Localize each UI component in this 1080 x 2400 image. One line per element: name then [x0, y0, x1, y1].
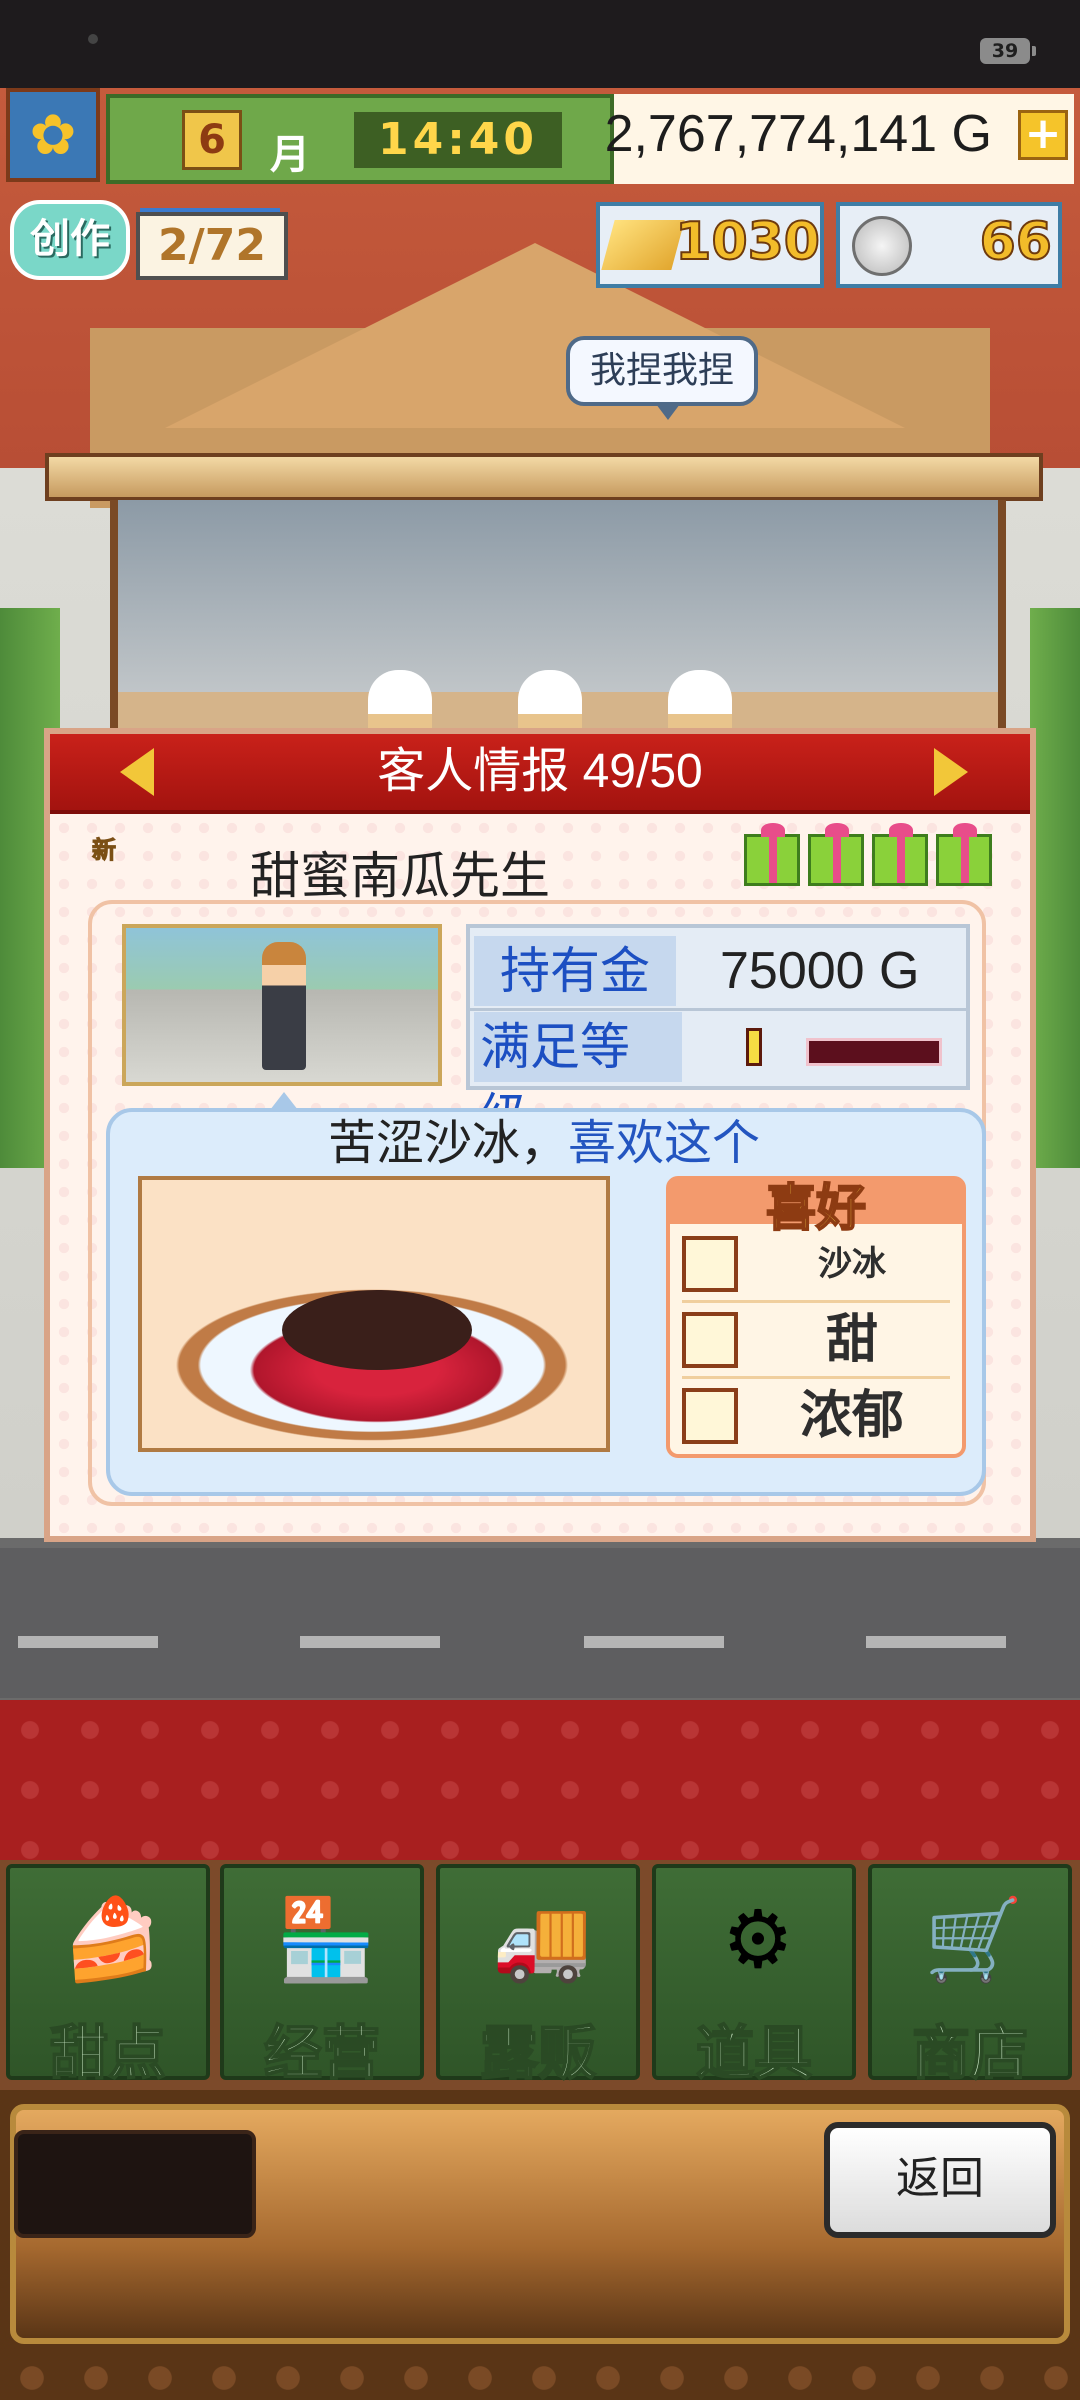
nav-label: 露贩 — [479, 2018, 597, 2088]
preference-row: 沙冰 — [682, 1228, 950, 1303]
month-label: 月 — [270, 132, 310, 178]
preference-row: 浓郁 — [682, 1380, 950, 1452]
gold-bar-counter[interactable]: 1030 — [596, 202, 824, 288]
nav-label: 甜点 — [49, 2018, 167, 2088]
customer-name: 甜蜜南瓜先生 — [250, 848, 550, 904]
previous-arrow-icon[interactable] — [120, 748, 154, 796]
medal-counter[interactable]: 66 — [836, 202, 1062, 288]
shop-building-icon: 🏪 — [276, 1893, 376, 1986]
nav-label: 道具 — [695, 2018, 813, 2088]
customer-portrait — [122, 924, 442, 1086]
preferences-box: 喜好 沙冰 甜 浓郁 — [666, 1176, 966, 1458]
cart-icon: 🛒 — [924, 1893, 1024, 1986]
money-label: 持有金 — [474, 936, 676, 1006]
dessert-image — [138, 1176, 610, 1452]
customer-stats: 持有金 75000 G 满足等级 — [466, 924, 970, 1145]
nav-items-button[interactable]: ⚙ 道具 — [652, 1864, 856, 2088]
customer-sprite — [262, 942, 306, 1070]
cake-icon: 🍰 — [62, 1893, 162, 1986]
nav-stall-button[interactable]: 🚚 露贩 — [436, 1864, 640, 2088]
carpet-strip — [0, 1700, 1080, 1860]
road-marking — [584, 1636, 724, 1648]
status-bar: 39 — [0, 0, 1080, 88]
preference-label: 沙冰 — [818, 1244, 886, 1284]
medal-icon — [852, 216, 912, 276]
nav-label: 经营 — [263, 2018, 381, 2088]
nav-shop-button[interactable]: 🛒 商店 — [868, 1864, 1072, 2088]
vine-decoration — [1030, 608, 1080, 1168]
preference-label: 浓郁 — [799, 1386, 904, 1446]
game-clock: 14:40 — [354, 112, 562, 168]
satisfaction-bar — [806, 1038, 942, 1066]
create-count: 2/72 — [136, 212, 288, 280]
speech-bubble: 我捏我捏 — [566, 336, 758, 420]
new-badge: 新 — [92, 836, 117, 865]
add-gold-button[interactable]: + — [1018, 110, 1068, 160]
sunflower-avatar-icon[interactable]: ✿ — [6, 88, 100, 182]
gold-amount: 2,767,774,141 G — [604, 105, 992, 163]
battery-indicator: 39 — [980, 38, 1036, 64]
date-panel: 6 月 14:40 — [106, 94, 614, 184]
gear-bag-icon: ⚙ — [722, 1893, 794, 1986]
next-arrow-icon[interactable] — [934, 748, 968, 796]
gift-icon — [936, 823, 992, 886]
preference-description-box: 苦涩沙冰，喜欢这个 喜好 沙冰 甜 浓郁 — [106, 1092, 986, 1496]
nav-manage-button[interactable]: 🏪 经营 — [220, 1864, 424, 2088]
road-marking — [300, 1636, 440, 1648]
description-like-text: 喜欢这个 — [568, 1117, 761, 1170]
rich-flavor-icon — [682, 1388, 738, 1444]
nav-label: 商店 — [911, 2018, 1029, 2088]
road-marking — [18, 1636, 158, 1648]
camera-dot — [88, 34, 98, 44]
panel-header: 客人情报 49/50 — [50, 734, 1030, 814]
create-button[interactable]: 创作 — [10, 200, 130, 280]
gift-icon — [872, 823, 928, 886]
bottom-navigation: 🍰 甜点 🏪 经营 🚚 露贩 ⚙ 道具 🛒 商店 — [0, 1860, 1080, 2090]
dessert-topping — [282, 1290, 472, 1370]
money-value: 75000 G — [720, 942, 920, 1000]
preference-row: 甜 — [682, 1304, 950, 1379]
satisfaction-label: 满足等级 — [474, 1012, 682, 1145]
month-number: 6 — [182, 110, 242, 170]
empty-slot — [14, 2130, 256, 2238]
chocolate-icon — [682, 1312, 738, 1368]
gift-icon — [744, 823, 800, 886]
road — [0, 1548, 1080, 1698]
panel-title: 客人情报 49/50 — [377, 745, 703, 798]
description-text: 苦涩沙冰， — [327, 1117, 568, 1170]
medal-count: 66 — [979, 211, 1053, 273]
food-truck-icon: 🚚 — [492, 1893, 592, 1986]
gift-icon — [808, 823, 864, 886]
satisfaction-icon — [746, 1028, 762, 1066]
gold-bar-count: 1030 — [674, 211, 821, 273]
description-line: 苦涩沙冰，喜欢这个 — [194, 1112, 894, 1176]
shop-eave — [45, 453, 1043, 501]
return-button[interactable]: 返回 — [824, 2122, 1056, 2238]
customer-info-panel: 客人情报 49/50 新 甜蜜南瓜先生 持有金 75000 G 满足等级 苦涩沙… — [44, 728, 1036, 1542]
nav-dessert-button[interactable]: 🍰 甜点 — [6, 1864, 210, 2088]
stats-divider — [470, 1008, 966, 1011]
shaved-ice-icon — [682, 1236, 738, 1292]
preference-label: 甜 — [825, 1310, 878, 1370]
road-marking — [866, 1636, 1006, 1648]
preferences-header: 喜好 — [670, 1178, 962, 1238]
